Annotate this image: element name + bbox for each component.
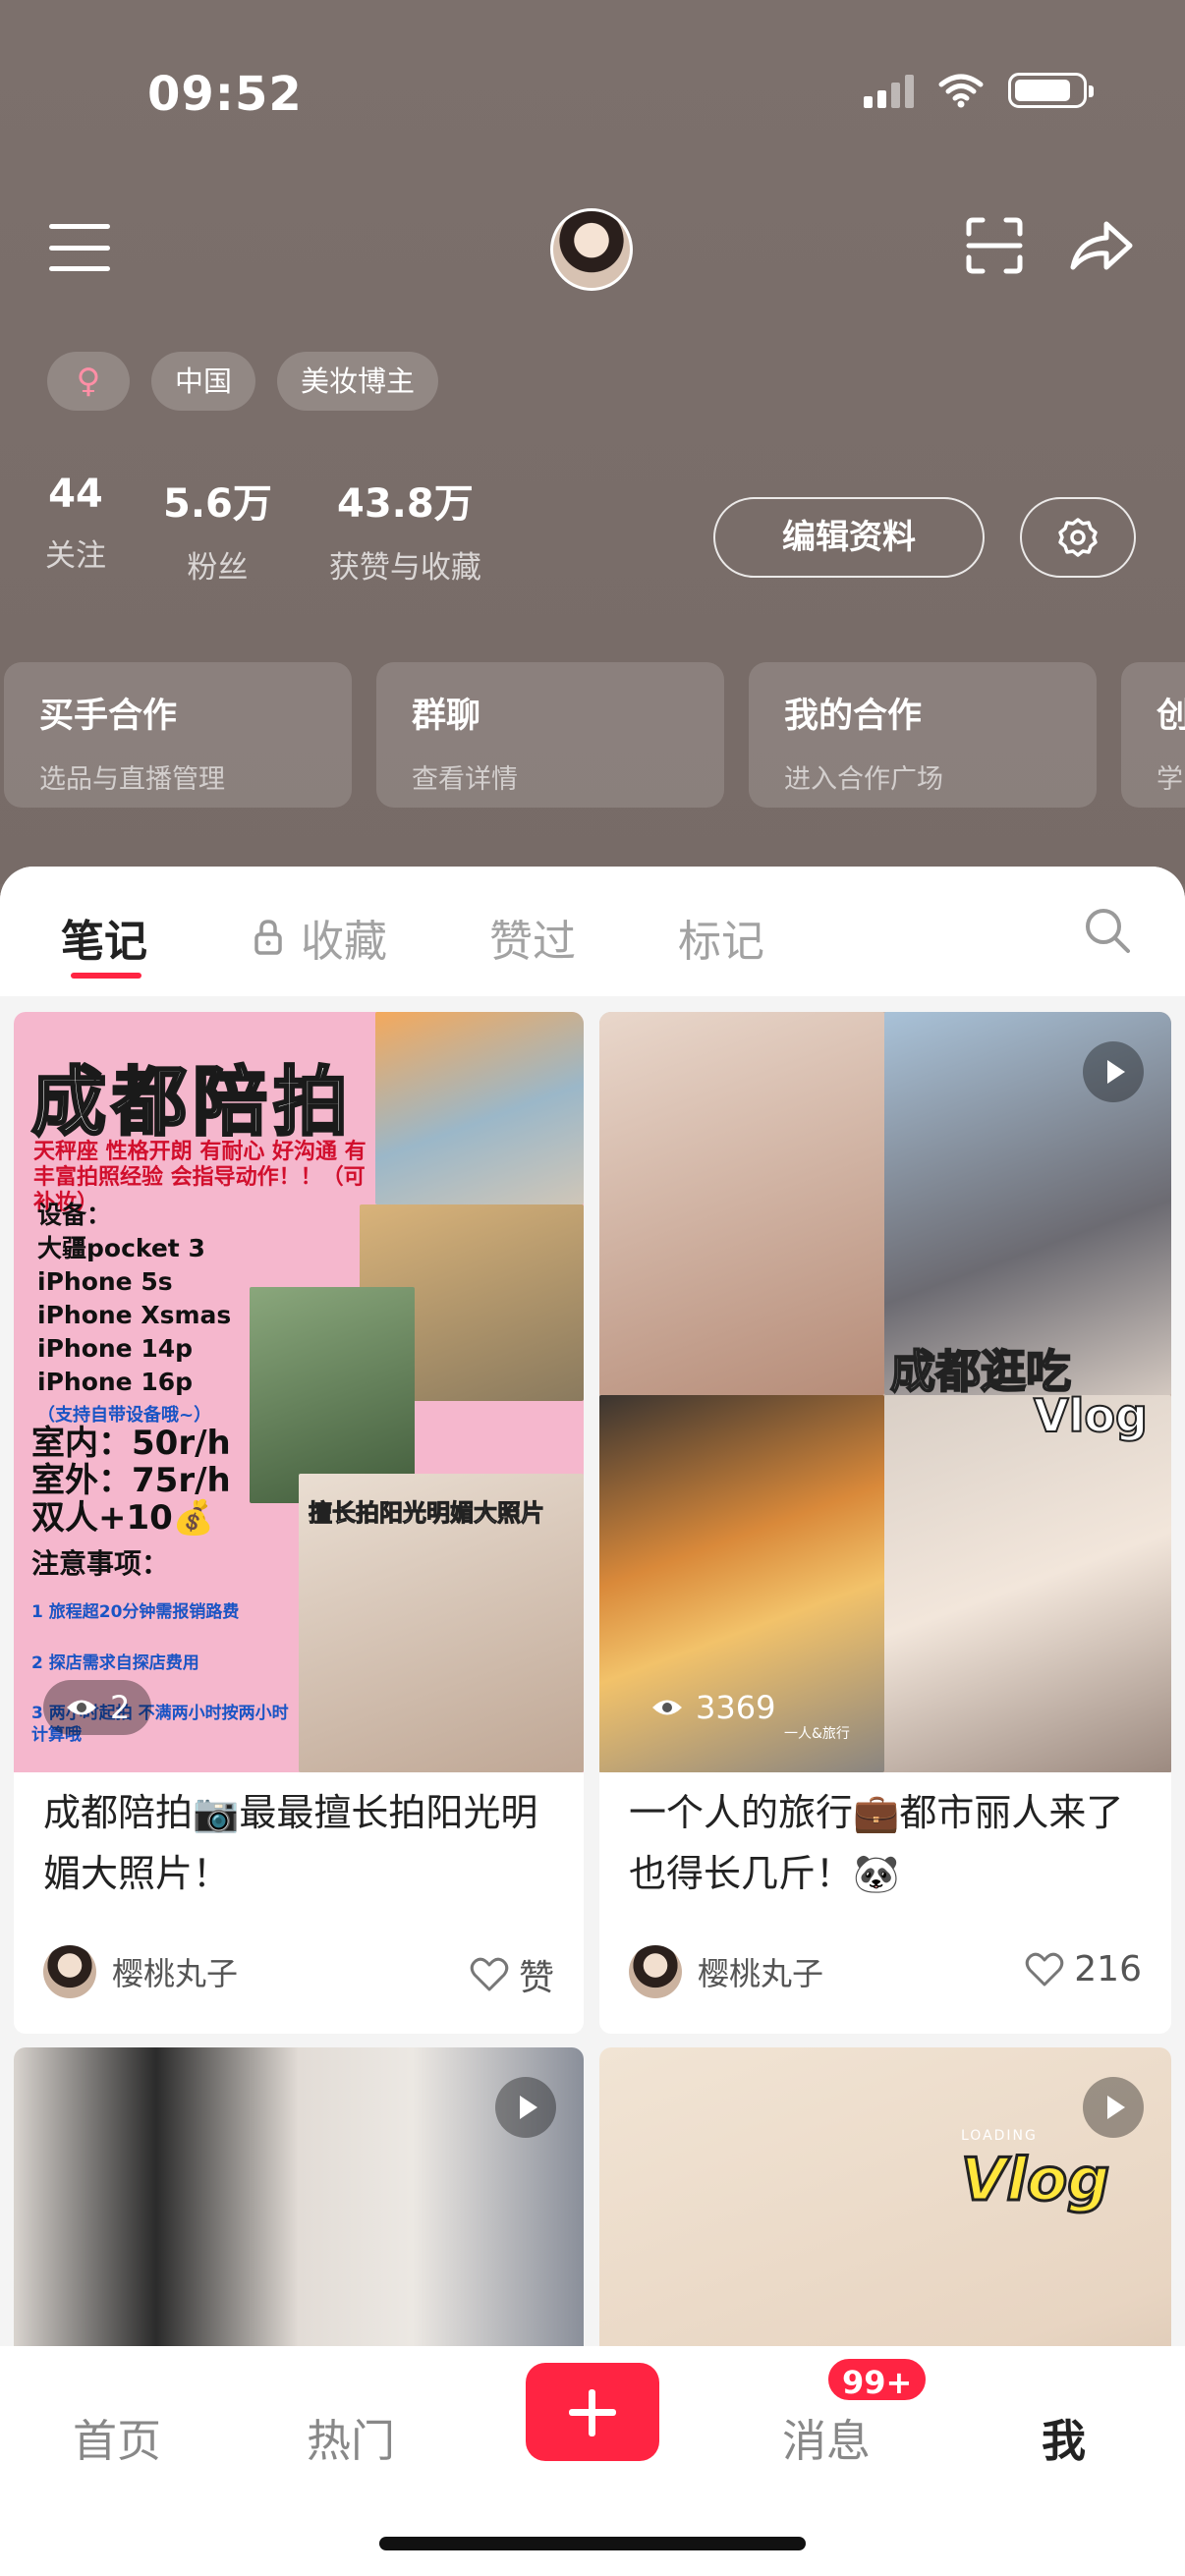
stat-followers[interactable]: 5.6万 粉丝 [163, 472, 272, 587]
scan-icon[interactable] [965, 216, 1024, 275]
card-subtitle: 查看详情 [412, 764, 518, 795]
wifi-icon [938, 74, 984, 108]
message-badge: 99+ [825, 2356, 930, 2403]
gender-tag: ♀ [47, 352, 130, 411]
avatar[interactable] [550, 208, 633, 291]
author-name: 樱桃丸子 [112, 1955, 239, 1992]
note-cover-image: 成都逛吃 Vlog 一人&旅行 3369 [599, 1012, 1171, 1772]
cover-equipment: 设备： 大疆pocket 3 iPhone 5s iPhone Xsmas iP… [37, 1201, 232, 1426]
play-icon [1083, 2077, 1144, 2138]
nav-hot[interactable]: 热门 [307, 2405, 395, 2469]
author-avatar [629, 1945, 682, 1998]
share-icon[interactable] [1067, 216, 1136, 275]
card-group-chat[interactable]: 群聊 查看详情 [376, 662, 724, 808]
view-count: 2 [43, 1680, 152, 1735]
notes-panel: 笔记 收藏 赞过 标记 成都陪拍 天秤座 性格开朗 有耐心 好沟通 有丰富拍照经… [0, 867, 1185, 2576]
card-title: 买手合作 [39, 697, 178, 736]
lock-icon [254, 920, 282, 955]
card-my-cooperation[interactable]: 我的合作 进入合作广场 [749, 662, 1097, 808]
author-avatar [43, 1945, 96, 1998]
cover-notice-title: 注意事项： [31, 1547, 170, 1580]
stat-likes-collects[interactable]: 43.8万 获赞与收藏 [329, 472, 481, 587]
nav-me[interactable]: 我 [1042, 2405, 1086, 2469]
stat-label: 获赞与收藏 [328, 550, 481, 586]
category-tag: 美妆博主 [277, 352, 439, 411]
search-icon[interactable] [1083, 906, 1132, 955]
like-button[interactable]: 赞 [470, 1949, 554, 2000]
note-title: 成都陪拍📷最最擅长拍阳光明媚大照片！ [43, 1791, 538, 1895]
edit-profile-button[interactable]: 编辑资料 [713, 497, 985, 578]
eye-icon [67, 1700, 96, 1715]
battery-icon [1008, 73, 1094, 108]
note-cover-image: 成都陪拍 天秤座 性格开朗 有耐心 好沟通 有丰富拍照经验 会指导动作！！（可补… [14, 1012, 584, 1772]
signal-icon [864, 73, 914, 108]
tab-marked[interactable]: 标记 [678, 906, 764, 969]
cover-headline: 成都陪拍 [30, 1057, 354, 1148]
stat-number: 44 [48, 472, 103, 517]
like-button[interactable]: 216 [1025, 1949, 1142, 1989]
card-title: 创 [1157, 697, 1185, 736]
settings-button[interactable] [1020, 497, 1136, 578]
profile-tags: ♀ 中国 美妆博主 [47, 352, 439, 411]
card-subtitle: 进入合作广场 [784, 764, 943, 795]
card-title: 我的合作 [784, 697, 923, 736]
cover-watermark: 一人&旅行 [784, 1726, 850, 1742]
card-title: 群聊 [412, 697, 481, 736]
stat-label: 关注 [45, 538, 106, 574]
card-subtitle: 选品与直播管理 [39, 764, 225, 795]
note-card[interactable]: 成都陪拍 天秤座 性格开朗 有耐心 好沟通 有丰富拍照经验 会指导动作！！（可补… [14, 1012, 584, 2034]
status-icons [864, 73, 1094, 108]
cover-loading-text: LOADING [961, 2128, 1038, 2144]
cover-banner: 擅长拍阳光明媚大照片 [309, 1499, 545, 1528]
card-subtitle: 学 [1157, 764, 1183, 795]
tab-collections[interactable]: 收藏 [301, 906, 387, 969]
cover-overlay-vlog: Vlog [1033, 1388, 1149, 1443]
content-tabs: 笔记 收藏 赞过 标记 [0, 867, 1185, 996]
play-icon [1083, 1041, 1144, 1102]
cover-overlay-vlog: Vlog [959, 2145, 1110, 2216]
nav-messages[interactable]: 消息 [782, 2405, 871, 2469]
like-count: 216 [1074, 1949, 1142, 1989]
play-icon [495, 2077, 556, 2138]
heart-icon [470, 1957, 509, 1991]
nav-home[interactable]: 首页 [73, 2405, 161, 2469]
card-creator[interactable]: 创 学 [1121, 662, 1185, 808]
stat-number: 43.8万 [337, 481, 474, 527]
tab-liked[interactable]: 赞过 [489, 906, 576, 969]
profile-stats: 44 关注 5.6万 粉丝 43.8万 获赞与收藏 [45, 472, 481, 587]
heart-icon [1026, 1952, 1064, 1986]
note-author[interactable]: 樱桃丸子 [629, 1945, 823, 1998]
active-tab-indicator [71, 973, 141, 979]
status-time: 09:52 [147, 67, 303, 122]
gear-icon [1058, 518, 1098, 557]
view-count: 3369 [629, 1680, 797, 1735]
like-count: 赞 [518, 1958, 554, 1998]
location-tag: 中国 [151, 352, 256, 411]
home-indicator [379, 2537, 806, 2550]
stat-number: 5.6万 [163, 481, 272, 527]
author-name: 樱桃丸子 [698, 1955, 824, 1992]
menu-icon[interactable] [49, 224, 110, 271]
tab-notes[interactable]: 笔记 [61, 906, 147, 969]
stat-label: 粉丝 [187, 550, 249, 586]
eye-icon [652, 1700, 682, 1715]
note-card[interactable]: 成都逛吃 Vlog 一人&旅行 3369 一个人的旅行💼都市丽人来了也得长几斤！… [599, 1012, 1171, 2034]
feature-cards: 买手合作 选品与直播管理 群聊 查看详情 我的合作 进入合作广场 创 学 [4, 662, 1185, 810]
note-author[interactable]: 樱桃丸子 [43, 1945, 238, 1998]
stat-following[interactable]: 44 关注 [45, 472, 106, 587]
add-note-button[interactable] [526, 2363, 659, 2461]
cover-prices: 室内：50r/h 室外：75r/h 双人+10💰 [31, 1424, 231, 1538]
card-buyer-cooperation[interactable]: 买手合作 选品与直播管理 [4, 662, 352, 808]
note-title: 一个人的旅行💼都市丽人来了也得长几斤！🐼 [629, 1791, 1124, 1895]
